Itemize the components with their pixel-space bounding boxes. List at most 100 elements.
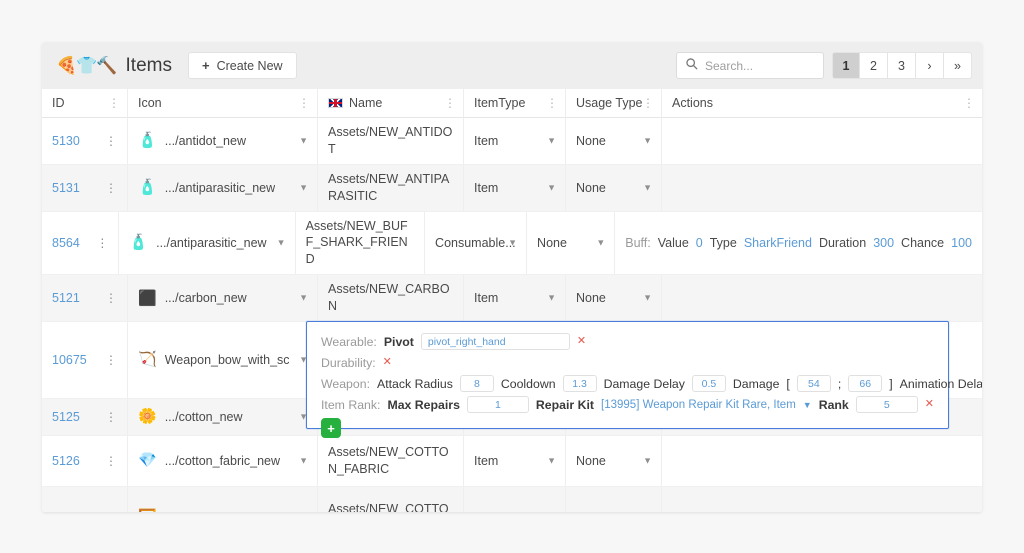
chevron-down-icon[interactable]: ▼	[643, 456, 652, 465]
cell-usagetype[interactable]: None ▼	[527, 212, 615, 275]
cell-itemtype[interactable]: Consumable... ▼	[425, 212, 527, 275]
column-menu-icon[interactable]: ⋮	[546, 97, 558, 109]
column-header-icon[interactable]: Icon ⋮	[128, 89, 318, 118]
chevron-down-icon[interactable]: ▼	[299, 456, 308, 465]
add-property-button[interactable]: +	[321, 418, 341, 438]
cell-id: 5126 ⋮	[42, 436, 128, 486]
row-id-link[interactable]: 10675	[52, 353, 87, 367]
cell-usagetype[interactable]: None ▼	[566, 436, 662, 486]
cell-icon[interactable]: 🌼 .../cotton_new ▼	[128, 399, 318, 435]
cell-itemtype[interactable]: Item ▼	[464, 165, 566, 211]
cell-itemtype[interactable]: Item ▼	[464, 275, 566, 321]
column-menu-icon[interactable]: ⋮	[108, 97, 120, 109]
cell-icon[interactable]: 🧴 .../antiparasitic_new ▼	[119, 212, 295, 275]
remove-wearable-icon[interactable]: ✕	[577, 336, 586, 347]
table-row[interactable]: 5126 ⋮ 💎 .../cotton_fabric_new ▼ Assets/…	[42, 436, 982, 487]
remove-item-rank-icon[interactable]: ✕	[925, 399, 934, 410]
column-header-id[interactable]: ID ⋮	[42, 89, 128, 118]
page-button-1[interactable]: 1	[832, 52, 860, 79]
name-value: Assets/NEW_CARBON	[328, 281, 453, 315]
row-menu-icon[interactable]: ⋮	[96, 237, 108, 249]
page-button-3[interactable]: 3	[888, 52, 916, 79]
cooldown-input[interactable]	[563, 375, 597, 392]
damage-min-input[interactable]	[797, 375, 831, 392]
column-menu-icon[interactable]: ⋮	[298, 97, 310, 109]
chevron-down-icon[interactable]: ▼	[643, 294, 652, 303]
row-id-link[interactable]: 5125	[52, 410, 80, 424]
row-menu-icon[interactable]: ⋮	[105, 411, 117, 423]
table-row[interactable]: 5130 ⋮ 🧴 .../antidot_new ▼ Assets/NEW_AN…	[42, 118, 982, 165]
max-repairs-input[interactable]	[467, 396, 529, 413]
table-row[interactable]: 8564 ⋮ 🧴 .../antiparasitic_new ▼ Assets/…	[42, 212, 982, 276]
chevron-down-icon[interactable]: ▼	[547, 136, 556, 145]
search-input[interactable]	[705, 59, 815, 73]
row-menu-icon[interactable]: ⋮	[105, 354, 117, 366]
column-header-itemtype[interactable]: ItemType ⋮	[464, 89, 566, 118]
column-header-usagetype[interactable]: Usage Type ⋮	[566, 89, 662, 118]
item-icon: 🖼️	[138, 510, 157, 512]
chevron-down-icon[interactable]: ▼	[643, 183, 652, 192]
cell-icon[interactable]: 🧴 .../antidot_new ▼	[128, 118, 318, 164]
row-menu-icon[interactable]: ⋮	[105, 182, 117, 194]
chevron-down-icon[interactable]: ▼	[643, 136, 652, 145]
chevron-down-icon[interactable]: ▼	[299, 294, 308, 303]
cell-itemtype[interactable]: Item ▼	[464, 436, 566, 486]
cell-icon[interactable]: 🖼️ .../cotton_seeds_new ▼	[128, 487, 318, 512]
row-menu-icon[interactable]: ⋮	[105, 292, 117, 304]
cell-itemtype[interactable]: Item ▼	[464, 118, 566, 164]
row-menu-icon[interactable]: ⋮	[105, 135, 117, 147]
name-value: Assets/NEW_ANTIPARASITIC	[328, 171, 453, 205]
page-button-2[interactable]: 2	[860, 52, 888, 79]
page-last-button[interactable]: »	[944, 52, 972, 79]
cell-id: 5127 ⋮	[42, 487, 128, 512]
row-id-link[interactable]: 5127	[52, 511, 80, 512]
row-id-link[interactable]: 5121	[52, 291, 80, 305]
cell-icon[interactable]: 🏹 Weapon_bow_with_scope ▼	[128, 322, 318, 398]
chevron-down-icon[interactable]: ▼	[803, 400, 812, 410]
cell-usagetype[interactable]: None ▼	[566, 275, 662, 321]
item-icon: 🧴	[138, 180, 157, 195]
chevron-down-icon[interactable]: ▼	[547, 294, 556, 303]
cell-icon[interactable]: 🧴 .../antiparasitic_new ▼	[128, 165, 318, 211]
cell-itemtype[interactable]: Item ▼	[464, 487, 566, 512]
page-next-button[interactable]: ›	[916, 52, 944, 79]
damage-max-input[interactable]	[848, 375, 882, 392]
pivot-input[interactable]	[421, 333, 570, 350]
row-id-link[interactable]: 8564	[52, 236, 80, 250]
damage-delay-label: Damage Delay	[604, 377, 685, 391]
chevron-down-icon[interactable]: ▼	[547, 183, 556, 192]
cell-usagetype[interactable]: None ▼	[566, 487, 662, 512]
chevron-down-icon[interactable]: ▼	[299, 136, 308, 145]
column-header-actions[interactable]: Actions ⋮	[662, 89, 982, 118]
column-menu-icon[interactable]: ⋮	[642, 97, 654, 109]
row-id-link[interactable]: 5126	[52, 454, 80, 468]
chevron-down-icon[interactable]: ▼	[547, 456, 556, 465]
row-id-link[interactable]: 5131	[52, 181, 80, 195]
cell-usagetype[interactable]: None ▼	[566, 118, 662, 164]
cell-icon[interactable]: 💎 .../cotton_fabric_new ▼	[128, 436, 318, 486]
table-row[interactable]: 5121 ⋮ ⬛ .../carbon_new ▼ Assets/NEW_CAR…	[42, 275, 982, 322]
table-row[interactable]: 5131 ⋮ 🧴 .../antiparasitic_new ▼ Assets/…	[42, 165, 982, 212]
remove-durability-icon[interactable]: ✕	[383, 357, 392, 368]
item-icon: 💎	[138, 453, 157, 468]
row-id-link[interactable]: 5130	[52, 134, 80, 148]
create-new-button[interactable]: + Create New	[188, 52, 297, 79]
table-row[interactable]: 5127 ⋮ 🖼️ .../cotton_seeds_new ▼ Assets/…	[42, 487, 982, 512]
rank-input[interactable]	[856, 396, 918, 413]
search-box[interactable]	[676, 52, 824, 79]
column-menu-icon[interactable]: ⋮	[963, 97, 975, 109]
row-menu-icon[interactable]: ⋮	[105, 455, 117, 467]
column-menu-icon[interactable]: ⋮	[444, 97, 456, 109]
column-header-name[interactable]: Name ⋮	[318, 89, 464, 118]
chevron-down-icon[interactable]: ▼	[508, 238, 517, 247]
repair-kit-value[interactable]: [13995] Weapon Repair Kit Rare, Item	[601, 399, 796, 411]
cell-usagetype[interactable]: None ▼	[566, 165, 662, 211]
damage-delay-input[interactable]	[692, 375, 726, 392]
cell-id: 5130 ⋮	[42, 118, 128, 164]
attack-radius-input[interactable]	[460, 375, 494, 392]
detail-row-weapon: Weapon: Attack Radius Cooldown Damage De…	[321, 373, 934, 394]
chevron-down-icon[interactable]: ▼	[596, 238, 605, 247]
chevron-down-icon[interactable]: ▼	[277, 238, 286, 247]
cell-icon[interactable]: ⬛ .../carbon_new ▼	[128, 275, 318, 321]
chevron-down-icon[interactable]: ▼	[299, 183, 308, 192]
